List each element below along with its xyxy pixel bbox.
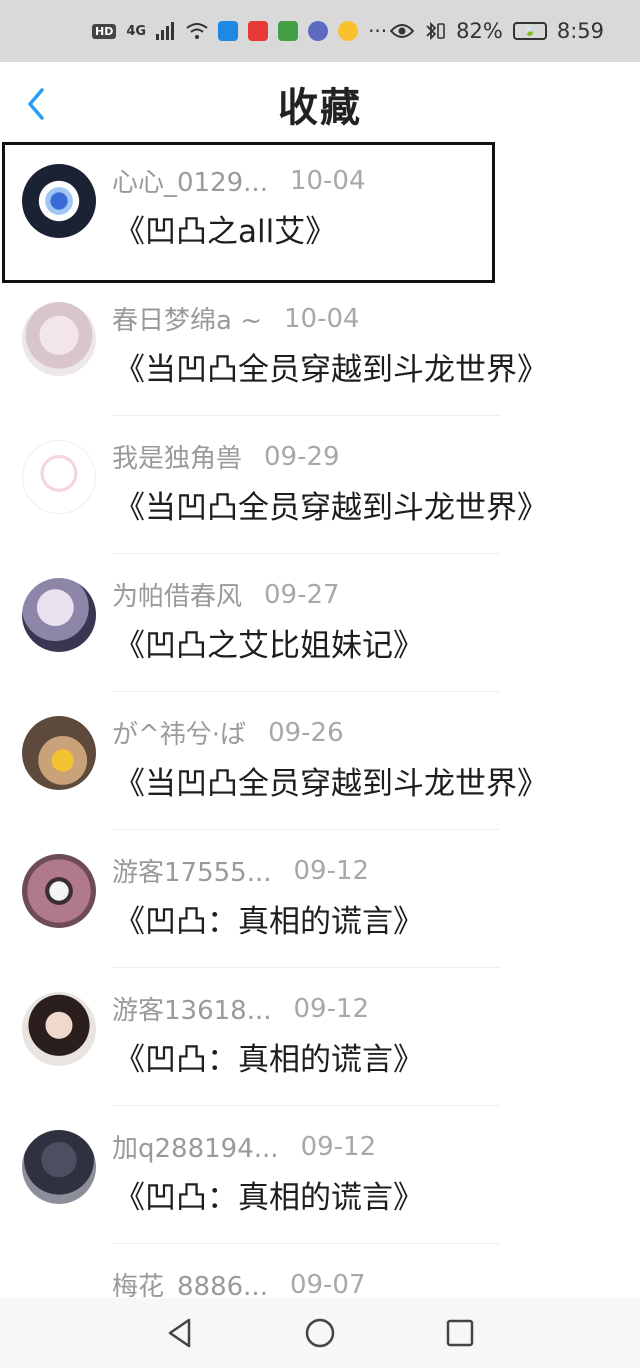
- avatar[interactable]: [22, 164, 96, 238]
- list-item[interactable]: 加q288194... 09-12 《凹凸：真相的谎言》: [0, 1106, 640, 1244]
- avatar[interactable]: [22, 716, 96, 790]
- post-date: 09-27: [264, 579, 340, 610]
- system-nav-bar: [0, 1298, 640, 1368]
- nav-recents-button[interactable]: [436, 1309, 484, 1357]
- square-recents-icon: [446, 1319, 474, 1347]
- list-item[interactable]: 我是独角兽 09-29 《当凹凸全员穿越到斗龙世界》: [0, 416, 640, 554]
- music-icon: [308, 21, 329, 41]
- story-title[interactable]: 《凹凸之艾比姐妹记》: [114, 620, 424, 665]
- wechat-icon: [278, 21, 299, 41]
- story-title[interactable]: 《当凹凸全员穿越到斗龙世界》: [114, 344, 548, 389]
- app-notification-icon: [248, 21, 269, 41]
- avatar[interactable]: [22, 1130, 96, 1204]
- story-title[interactable]: 《凹凸之all艾》: [114, 206, 336, 251]
- post-date: 10-04: [283, 303, 360, 334]
- nav-home-button[interactable]: [296, 1309, 344, 1357]
- post-date: 10-04: [289, 165, 366, 196]
- list-item[interactable]: が^祎兮·ば 09-26 《当凹凸全员穿越到斗龙世界》: [0, 692, 640, 830]
- weibo-icon: [338, 21, 359, 41]
- author-name[interactable]: 加q288194...: [112, 1128, 279, 1165]
- clock-time: 8:59: [556, 19, 604, 43]
- author-name[interactable]: 游客13618...: [112, 990, 272, 1027]
- chevron-left-icon: [28, 88, 44, 120]
- avatar[interactable]: [22, 302, 96, 376]
- circle-home-icon: [305, 1318, 335, 1348]
- page-title: 收藏: [278, 85, 362, 131]
- list-item[interactable]: 春日梦绵a ~ 10-04 《当凹凸全员穿越到斗龙世界》: [0, 278, 640, 416]
- post-date: 09-07: [289, 1269, 366, 1300]
- favorites-list: 心心_0129... 10-04 《凹凸之all艾》 春日梦绵a ~ 10-04 《…: [0, 140, 640, 1368]
- story-title[interactable]: 《当凹凸全员穿越到斗龙世界》: [114, 482, 548, 527]
- post-date: 09-12: [293, 993, 370, 1024]
- app-notification-icon: [218, 21, 239, 41]
- post-date: 09-12: [300, 1131, 377, 1162]
- list-item[interactable]: 心心_0129... 10-04 《凹凸之all艾》: [0, 140, 640, 283]
- story-title[interactable]: 《凹凸：真相的谎言》: [114, 1172, 424, 1217]
- signal-4g-label: 4G: [126, 23, 147, 39]
- more-notifications-icon: ···: [368, 19, 388, 43]
- signal-bars-icon: [156, 22, 175, 40]
- avatar[interactable]: [22, 992, 96, 1066]
- status-bar: HD 4G ··· 82% 🍃 8:59: [0, 0, 640, 62]
- avatar[interactable]: [22, 578, 96, 652]
- post-date: 09-29: [264, 441, 340, 472]
- avatar[interactable]: [22, 854, 96, 928]
- author-name[interactable]: 春日梦绵a ~: [112, 300, 262, 337]
- page-header: 收藏: [0, 62, 640, 146]
- author-name[interactable]: 游客17555...: [112, 852, 272, 889]
- story-title[interactable]: 《凹凸：真相的谎言》: [114, 896, 424, 941]
- list-item[interactable]: 游客13618... 09-12 《凹凸：真相的谎言》: [0, 968, 640, 1106]
- battery-icon: 🍃: [512, 22, 547, 40]
- triangle-back-icon: [168, 1318, 191, 1348]
- wifi-icon: [186, 23, 208, 39]
- post-date: 09-26: [268, 717, 344, 748]
- bluetooth-vibrate-icon: [426, 21, 445, 41]
- story-title[interactable]: 《当凹凸全员穿越到斗龙世界》: [114, 758, 548, 803]
- battery-percent: 82%: [456, 19, 503, 43]
- hd-badge: HD: [92, 23, 117, 39]
- list-item[interactable]: 游客17555... 09-12 《凹凸：真相的谎言》: [0, 830, 640, 968]
- author-name[interactable]: 我是独角兽: [112, 438, 242, 475]
- avatar[interactable]: [22, 440, 96, 514]
- eye-icon: [390, 24, 415, 38]
- author-name[interactable]: 心心_0129...: [112, 162, 268, 199]
- story-title[interactable]: 《凹凸：真相的谎言》: [114, 1034, 424, 1079]
- author-name[interactable]: 为帕借春风: [112, 576, 242, 613]
- post-date: 09-12: [293, 855, 370, 886]
- list-item[interactable]: 为帕借春风 09-27 《凹凸之艾比姐妹记》: [0, 554, 640, 692]
- author-name[interactable]: が^祎兮·ば: [112, 714, 246, 751]
- back-button[interactable]: [14, 82, 58, 126]
- nav-back-button[interactable]: [156, 1309, 204, 1357]
